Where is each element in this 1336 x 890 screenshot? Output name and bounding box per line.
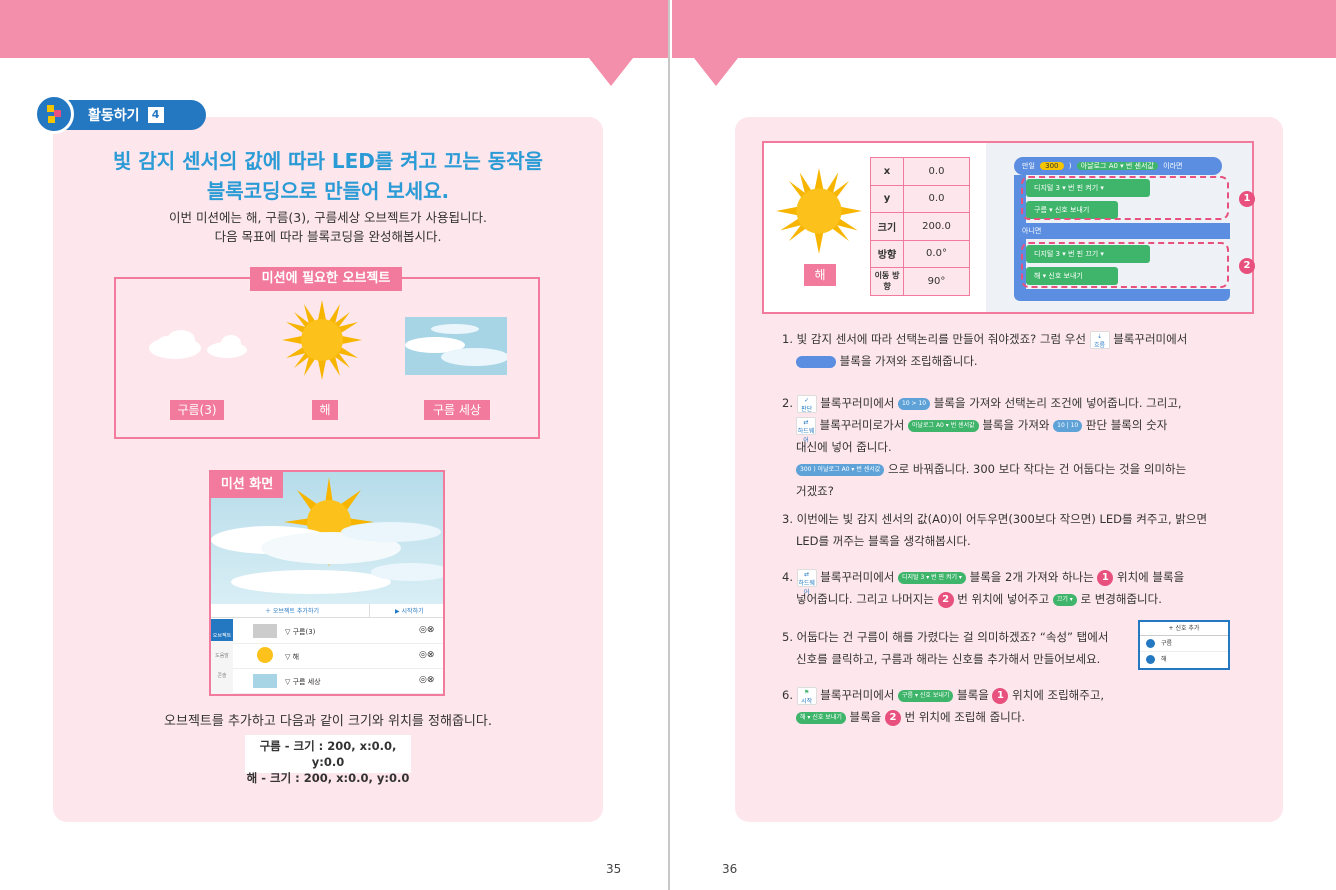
prop-value: 0.0° [903,239,970,268]
analog-block-chip: 아날로그 A0 ▾ 번 센서값 [907,419,979,432]
sun-image [282,300,362,380]
size-line-sun: 해 - 크기 : 200, x:0.0, y:0.0 [246,771,410,785]
digital-block-chip: 디지털 3 ▾ 번 핀 켜기 ▾ [898,571,966,584]
flow-icon: ⇣ 흐름 [1089,330,1110,349]
start-icon: ⚑ 시작 [796,686,817,705]
prop-key: x [870,157,904,186]
objects-header: 미션에 필요한 오브젝트 [250,267,402,291]
hardware-icon: ⇄ 하드웨어 [796,568,817,596]
sidebar-tab-console[interactable]: 콘솔 [211,661,233,681]
page-gutter [668,0,670,890]
size-box: 구름 - 크기 : 200, x:0.0, y:0.0 해 - 크기 : 200… [245,735,411,785]
add-signal-button[interactable]: + 신호 추가 [1140,622,1228,636]
title-line1: 빛 감지 센서의 값에 따라 LED를 켜고 끄는 동작을 [113,149,543,173]
mission-sidebar: 오브젝트 도움말 콘솔 [211,619,233,694]
header-band-right [672,0,1336,58]
activity-number: 4 [147,107,164,123]
activity-icon [34,94,74,134]
step-2: 2. ✓ 판단 블록꾸러미에서 10 > 10 블록을 가져와 선택논리 조건에 … [782,394,1187,498]
object-label-cloud: 구름(3) [170,400,224,420]
setup-note: 오브젝트를 추가하고 다음과 같이 크기와 위치를 정해줍니다. [164,714,492,729]
step-6: 6. ⚑ 시작 블록꾸러미에서 구름 ▾ 신호 보내기 블록을 1 위치에 조립해… [782,686,1105,726]
intro-line2: 다음 목표에 따라 블록코딩을 완성해봅시다. [214,229,442,244]
prop-key: 크기 [870,212,904,241]
page-number-left: 35 [606,862,622,876]
prop-value: 0.0 [903,184,970,213]
marker-2: 2 [1239,258,1255,274]
header-notch-right [694,58,738,86]
cloud-world-image [405,317,507,375]
add-object-button[interactable]: ＋ 오브젝트 추가하기 [265,606,319,615]
step-4: 4. ⇄ 하드웨어 블록꾸러미에서 디지털 3 ▾ 번 핀 켜기 ▾ 블록을 2개… [782,568,1185,608]
step-1: 1. 빛 감지 센서에 따라 선택논리를 만들어 줘야겠죠? 그럼 우선 ⇣ 흐름… [782,330,1188,368]
signal-item[interactable]: 해 [1140,652,1228,668]
prop-key: 이동 방향 [870,267,904,296]
prop-value: 90° [903,267,970,296]
prop-value: 200.0 [903,212,970,241]
object-row-label: ▽ 해 [285,653,300,661]
object-thumb [253,624,277,638]
marker-1-inline: 1 [1097,569,1114,586]
sun-image [776,168,862,254]
marker-1: 1 [1239,191,1255,207]
object-label-cloud-world: 구름 세상 [424,400,490,420]
mission-toolbar: ＋ 오브젝트 추가하기 ▶ 시작하기 [211,604,443,618]
row-actions-icon[interactable]: ◎⊗ [419,625,434,635]
compare-block-chip-2: 10 | 10 [1053,419,1083,432]
marker-2-inline: 2 [937,591,954,608]
hardware-icon: ⇄ 하드웨어 [796,416,816,444]
prop-key: 방향 [870,239,904,268]
row-actions-icon[interactable]: ◎⊗ [419,675,434,685]
marker-2-inline: 2 [884,709,901,726]
row-actions-icon[interactable]: ◎⊗ [419,650,434,660]
sidebar-tab-help[interactable]: 도움말 [211,641,233,661]
object-row-label: ▽ 구름(3) [285,628,316,636]
object-row[interactable]: ▽ 구름(3) ◎⊗ [233,619,443,644]
signal-cloud-chip: 구름 ▾ 신호 보내기 [898,689,954,702]
signal-sun-chip: 해 ▾ 신호 보내기 [796,711,846,724]
start-button[interactable]: ▶ 시작하기 [395,606,424,615]
signal-panel: + 신호 추가 구름 해 [1138,620,1230,670]
signal-item[interactable]: 구름 [1140,636,1228,652]
judge-icon: ✓ 판단 [796,394,817,413]
slot-1-outline [1021,176,1229,220]
if-block-end [1014,289,1230,301]
header-band-left [0,0,668,58]
activity-label: 활동하기 [88,108,140,124]
header-notch-left [589,58,633,86]
page-number-right: 36 [722,862,738,876]
marker-1-inline: 1 [992,687,1009,704]
sidebar-tab-object[interactable]: 오브젝트 [211,619,233,641]
cloud-image [149,330,247,359]
intro-line1: 이번 미션에는 해, 구름(3), 구름세상 오브젝트가 사용됩니다. [169,210,487,225]
off-dropdown-chip: 끄기 ▾ [1052,593,1077,606]
slot-2-outline [1021,242,1229,288]
step-3: 3. 이번에는 빛 감지 센서의 값(A0)이 어두우면(300보다 작으면) … [782,512,1208,548]
mission-screen: 미션 화면 ＋ 오브젝트 추가하기 ▶ 시작하기 오브젝트 도움말 콘솔 ▽ 구… [209,470,445,696]
prop-key: y [870,184,904,213]
if-block[interactable]: 만일 300 ) 아날로그 A0 ▾ 번 센서값 이라면 [1014,157,1222,175]
object-row-label: ▽ 구름 세상 [285,678,321,686]
object-row[interactable]: ▽ 구름 세상 ◎⊗ [233,669,443,694]
else-block[interactable]: 아니면 [1014,223,1230,239]
step-5: 5. 어둡다는 건 구름이 해를 가렸다는 걸 의미하겠죠? “속성” 탭에서 … [782,630,1109,666]
prop-value: 0.0 [903,157,970,186]
object-thumb [253,674,277,688]
size-line-cloud: 구름 - 크기 : 200, x:0.0, y:0.0 [259,739,397,769]
object-label-sun: 해 [312,400,338,420]
if-else-block-chip [796,355,836,368]
object-row[interactable]: ▽ 해 ◎⊗ [233,644,443,669]
compare-block-chip: 10 > 10 [898,397,931,410]
property-table: x 0.0 y 0.0 크기 200.0 방향 0.0° 이동 방향 90° [870,157,970,296]
object-thumb [257,647,273,663]
compare-300-chip: 300 ) 아날로그 A0 ▾ 번 센서값 [796,463,885,476]
sun-label: 해 [804,264,836,286]
title-line2: 블록코딩으로 만들어 보세요. [206,179,450,203]
mission-header: 미션 화면 [211,472,283,498]
